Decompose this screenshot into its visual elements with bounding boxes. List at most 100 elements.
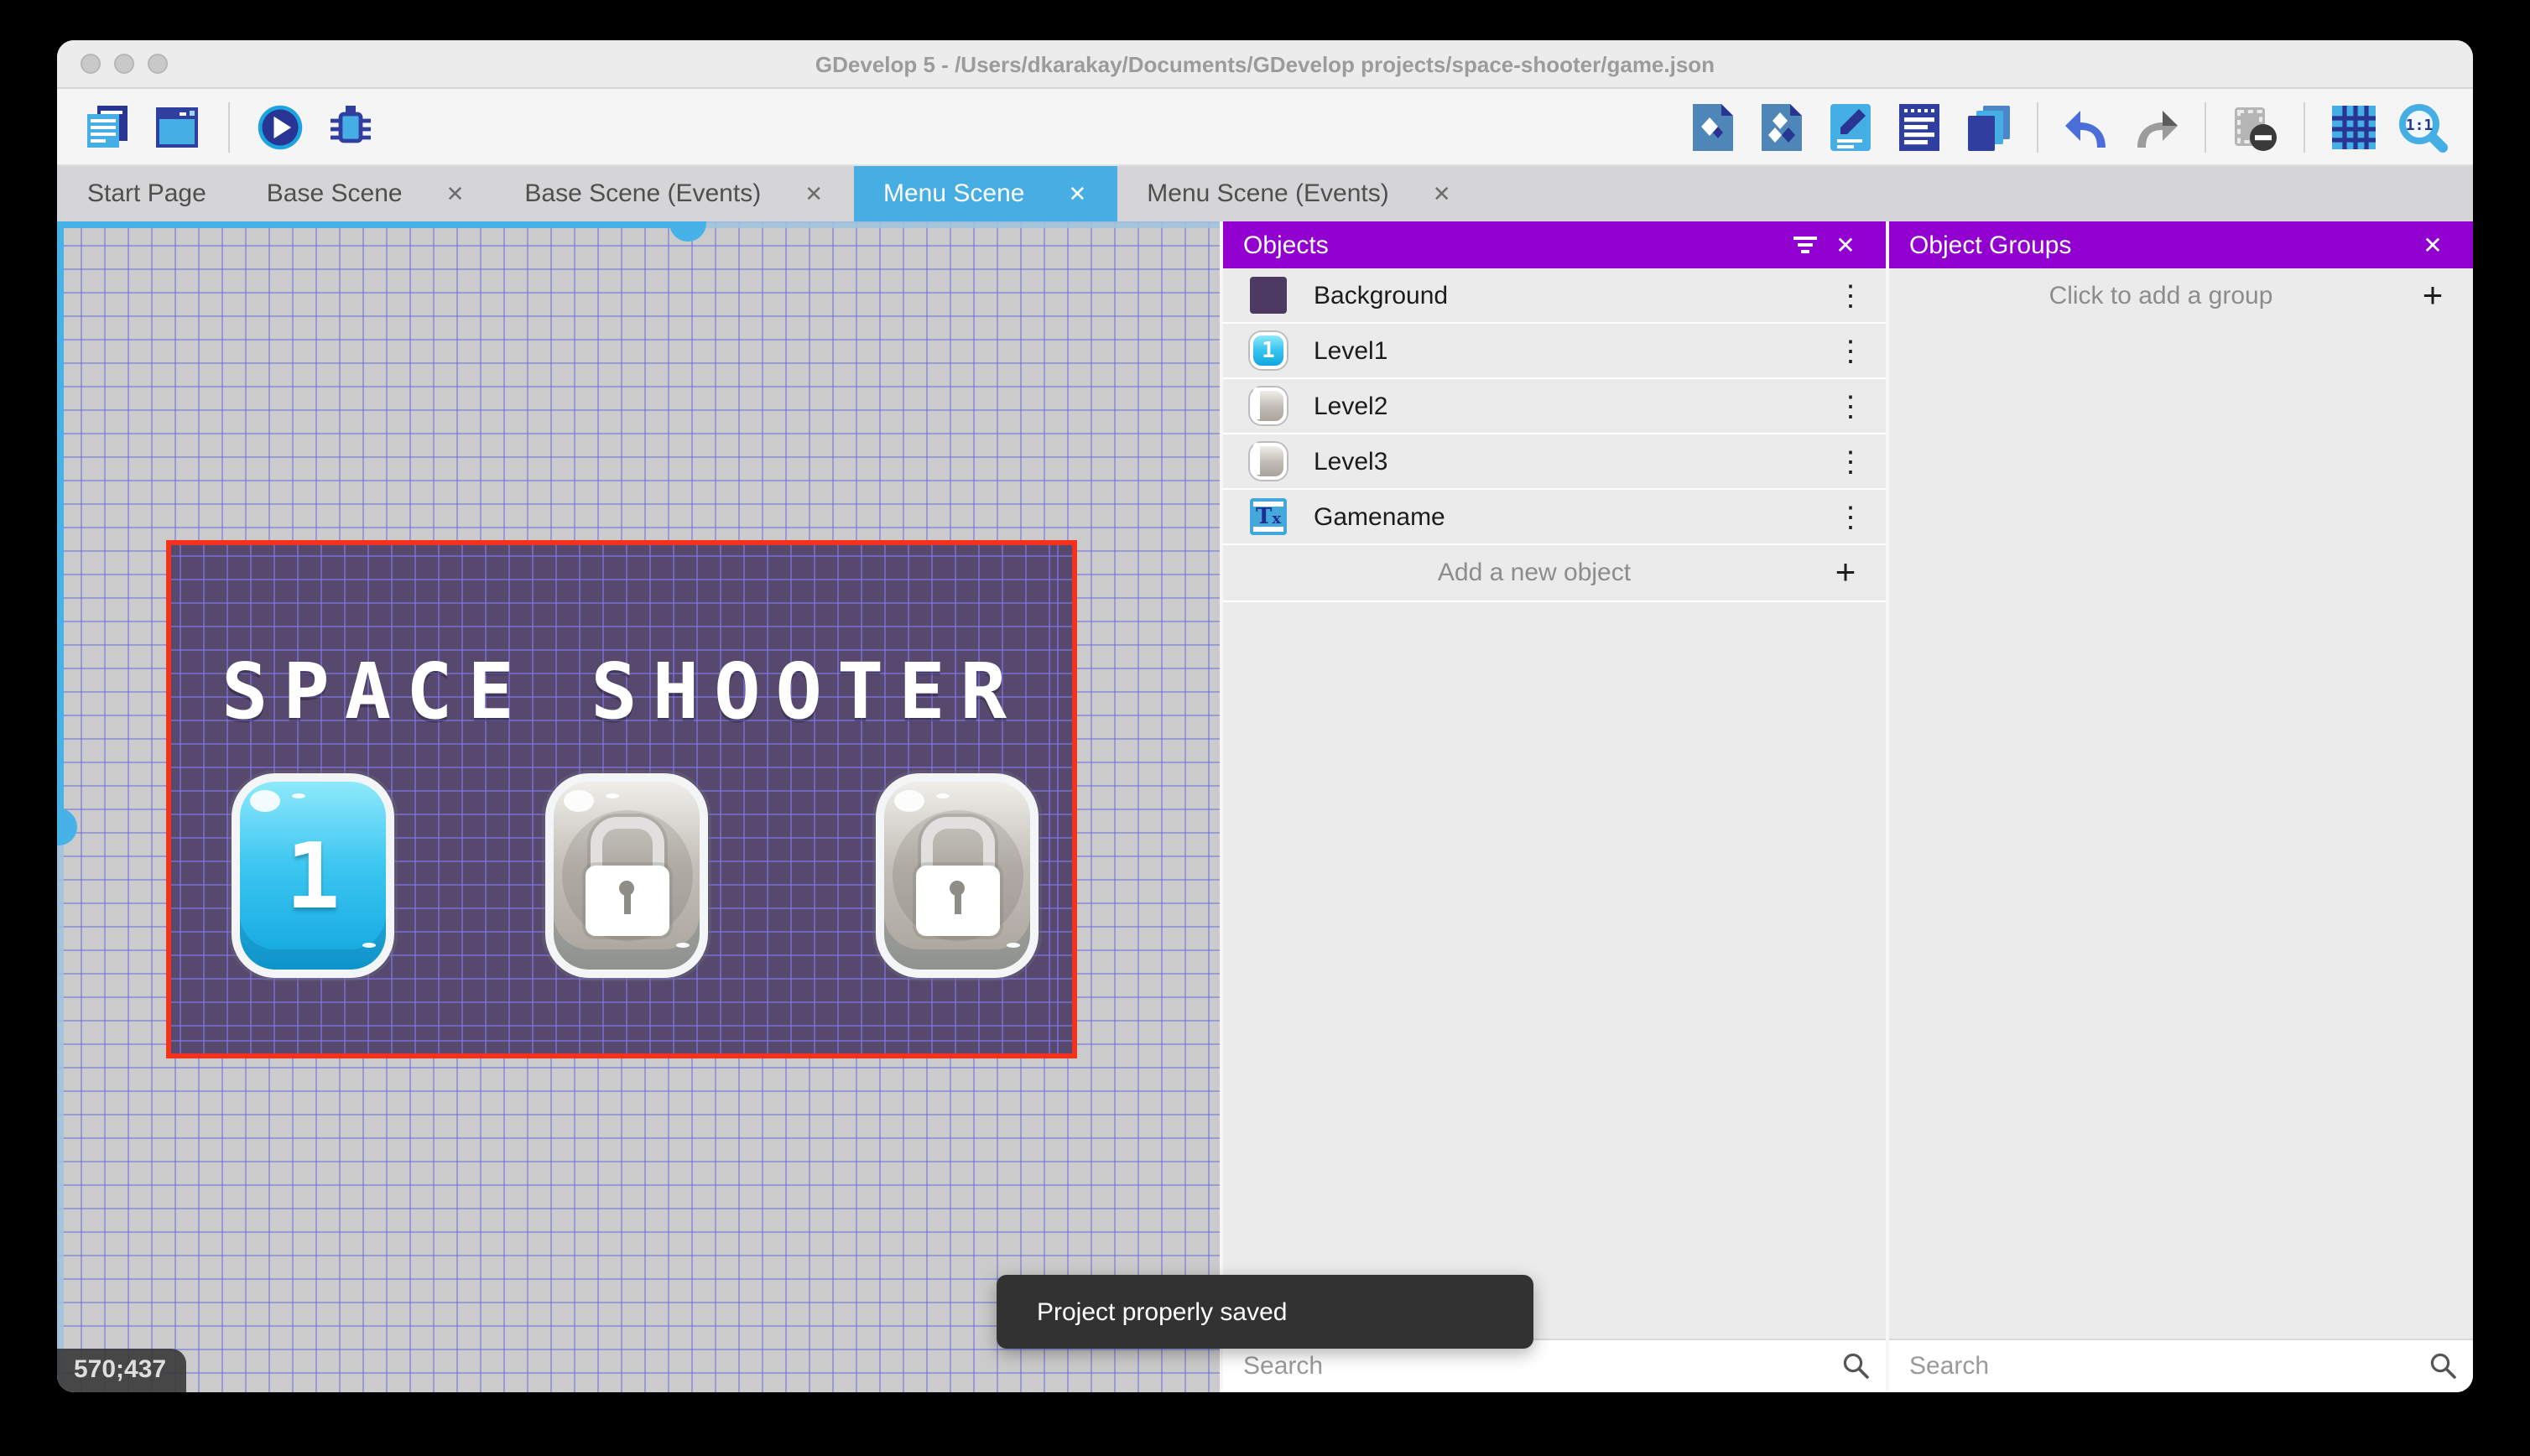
lock-icon <box>884 782 1030 970</box>
redo-button[interactable] <box>2129 100 2183 153</box>
layers-editor-button[interactable] <box>1961 100 2015 153</box>
properties-panel-button[interactable] <box>1824 100 1877 153</box>
level1-number: 1 <box>285 823 341 928</box>
scene-window-icon <box>156 107 198 147</box>
game-title-text-object[interactable]: SPACE SHOOTER <box>171 646 1072 736</box>
objects-panel-icon <box>1693 103 1733 150</box>
tab-menu-scene[interactable]: Menu Scene ✕ <box>853 166 1117 221</box>
horizontal-scrollbar[interactable] <box>57 221 1220 228</box>
tab-menu-scene-events[interactable]: Menu Scene (Events) ✕ <box>1117 166 1481 221</box>
debug-button[interactable] <box>324 100 377 153</box>
vertical-scrollbar-thumb[interactable] <box>57 809 77 845</box>
tab-label: Base Scene (Events) <box>524 179 762 208</box>
toolbar-divider <box>2205 101 2206 152</box>
search-icon <box>1843 1353 1869 1379</box>
objects-panel-header: Objects ✕ <box>1223 221 1886 268</box>
object-groups-empty-space <box>1889 324 2473 1339</box>
grid-toggle-button[interactable] <box>2327 100 2381 153</box>
object-menu-button[interactable]: ⋮ <box>1832 502 1869 531</box>
play-button[interactable] <box>253 100 307 153</box>
tab-base-scene[interactable]: Base Scene ✕ <box>237 166 495 221</box>
vertical-scrollbar[interactable] <box>57 221 64 1392</box>
svg-text:1:1: 1:1 <box>2406 116 2434 133</box>
traffic-lights <box>81 40 168 87</box>
add-group-button[interactable]: + <box>2413 278 2453 314</box>
object-menu-button[interactable]: ⋮ <box>1832 336 1869 365</box>
object-groups-editor-button[interactable] <box>1755 100 1809 153</box>
level1-button-object[interactable]: 1 <box>232 773 394 978</box>
level2-button-object[interactable] <box>545 773 708 978</box>
project-manager-button[interactable] <box>81 100 134 153</box>
titlebar: GDevelop 5 - /Users/dkarakay/Documents/G… <box>57 40 2473 89</box>
mask-toggle-button[interactable] <box>2228 100 2282 153</box>
level2-thumbnail <box>1250 387 1287 424</box>
horizontal-scrollbar-thumb[interactable] <box>669 221 706 242</box>
level1-thumbnail: 1 <box>1250 332 1287 369</box>
layers-icon <box>1968 105 2010 150</box>
tab-label: Menu Scene (Events) <box>1147 179 1389 208</box>
zoom-reset-button[interactable]: 1:1 <box>2396 100 2449 153</box>
text-object-thumbnail: Tx <box>1250 498 1287 535</box>
object-groups-panel-icon <box>1762 103 1802 150</box>
scene-canvas[interactable]: SPACE SHOOTER 1 570;437 <box>57 221 1220 1392</box>
close-tab-icon[interactable]: ✕ <box>1068 180 1086 207</box>
instances-list-icon <box>1899 103 1939 150</box>
minimize-window-button[interactable] <box>114 54 134 74</box>
close-window-button[interactable] <box>81 54 101 74</box>
objects-editor-button[interactable] <box>1686 100 1740 153</box>
lock-icon <box>554 782 700 970</box>
toolbar-divider <box>2037 101 2038 152</box>
object-menu-button[interactable]: ⋮ <box>1832 392 1869 420</box>
level-buttons-row: 1 <box>171 773 1072 978</box>
close-tab-icon[interactable]: ✕ <box>446 180 465 207</box>
grid-icon <box>2332 105 2376 148</box>
toolbar-divider <box>2304 101 2305 152</box>
close-objects-panel-button[interactable]: ✕ <box>1825 225 1866 265</box>
tab-label: Base Scene <box>266 179 403 208</box>
search-icon <box>2430 1353 2456 1379</box>
toolbar-left-group <box>81 100 377 153</box>
cursor-coordinates: 570;437 <box>57 1349 187 1392</box>
close-tab-icon[interactable]: ✕ <box>1433 180 1451 207</box>
level3-button-object[interactable] <box>876 773 1039 978</box>
objects-list: Background ⋮ 1 Level1 ⋮ Level2 ⋮ Level3 … <box>1223 268 1886 602</box>
background-thumbnail <box>1250 277 1287 314</box>
toolbar-divider <box>228 101 230 152</box>
object-row-background[interactable]: Background ⋮ <box>1223 268 1886 324</box>
content-area: SPACE SHOOTER 1 570;437 Objects ✕ Backgr… <box>57 221 2473 1392</box>
close-tab-icon[interactable]: ✕ <box>804 180 823 207</box>
tab-base-scene-events[interactable]: Base Scene (Events) ✕ <box>494 166 853 221</box>
screen: GDevelop 5 - /Users/dkarakay/Documents/G… <box>0 0 2530 1456</box>
object-menu-button[interactable]: ⋮ <box>1832 281 1869 309</box>
object-row-level3[interactable]: Level3 ⋮ <box>1223 434 1886 490</box>
tab-start-page[interactable]: Start Page <box>57 166 237 221</box>
zoom-window-button[interactable] <box>148 54 168 74</box>
window-title: GDevelop 5 - /Users/dkarakay/Documents/G… <box>815 51 1715 76</box>
selected-scene-background[interactable]: SPACE SHOOTER 1 <box>166 540 1077 1058</box>
scene-editor-button[interactable] <box>151 100 205 153</box>
redo-icon <box>2137 110 2178 147</box>
groups-search-input[interactable] <box>1889 1340 2473 1392</box>
toolbar: 1:1 <box>57 89 2473 166</box>
close-object-groups-panel-button[interactable]: ✕ <box>2413 225 2453 265</box>
undo-button[interactable] <box>2060 100 2114 153</box>
instances-list-button[interactable] <box>1892 100 1946 153</box>
object-groups-panel: Object Groups ✕ Click to add a group + <box>1886 221 2473 1392</box>
save-toast: Project properly saved <box>997 1275 1533 1349</box>
add-object-row[interactable]: Add a new object + <box>1223 545 1886 602</box>
object-groups-panel-title: Object Groups <box>1909 231 2072 259</box>
undo-icon <box>2065 110 2106 147</box>
project-manager-icon <box>87 105 128 147</box>
toast-message: Project properly saved <box>1037 1297 1288 1326</box>
object-row-level2[interactable]: Level2 ⋮ <box>1223 379 1886 434</box>
objects-panel-title: Objects <box>1243 231 1329 259</box>
add-object-button[interactable]: + <box>1825 555 1866 590</box>
object-row-gamename[interactable]: Tx Gamename ⋮ <box>1223 490 1886 545</box>
window-mask-icon <box>2235 107 2277 150</box>
object-row-level1[interactable]: 1 Level1 ⋮ <box>1223 324 1886 379</box>
filter-objects-button[interactable] <box>1785 225 1825 265</box>
gdevelop-window: GDevelop 5 - /Users/dkarakay/Documents/G… <box>57 40 2473 1392</box>
object-menu-button[interactable]: ⋮ <box>1832 447 1869 476</box>
toolbar-right-group: 1:1 <box>1686 100 2449 153</box>
add-group-row[interactable]: Click to add a group + <box>1889 268 2473 324</box>
